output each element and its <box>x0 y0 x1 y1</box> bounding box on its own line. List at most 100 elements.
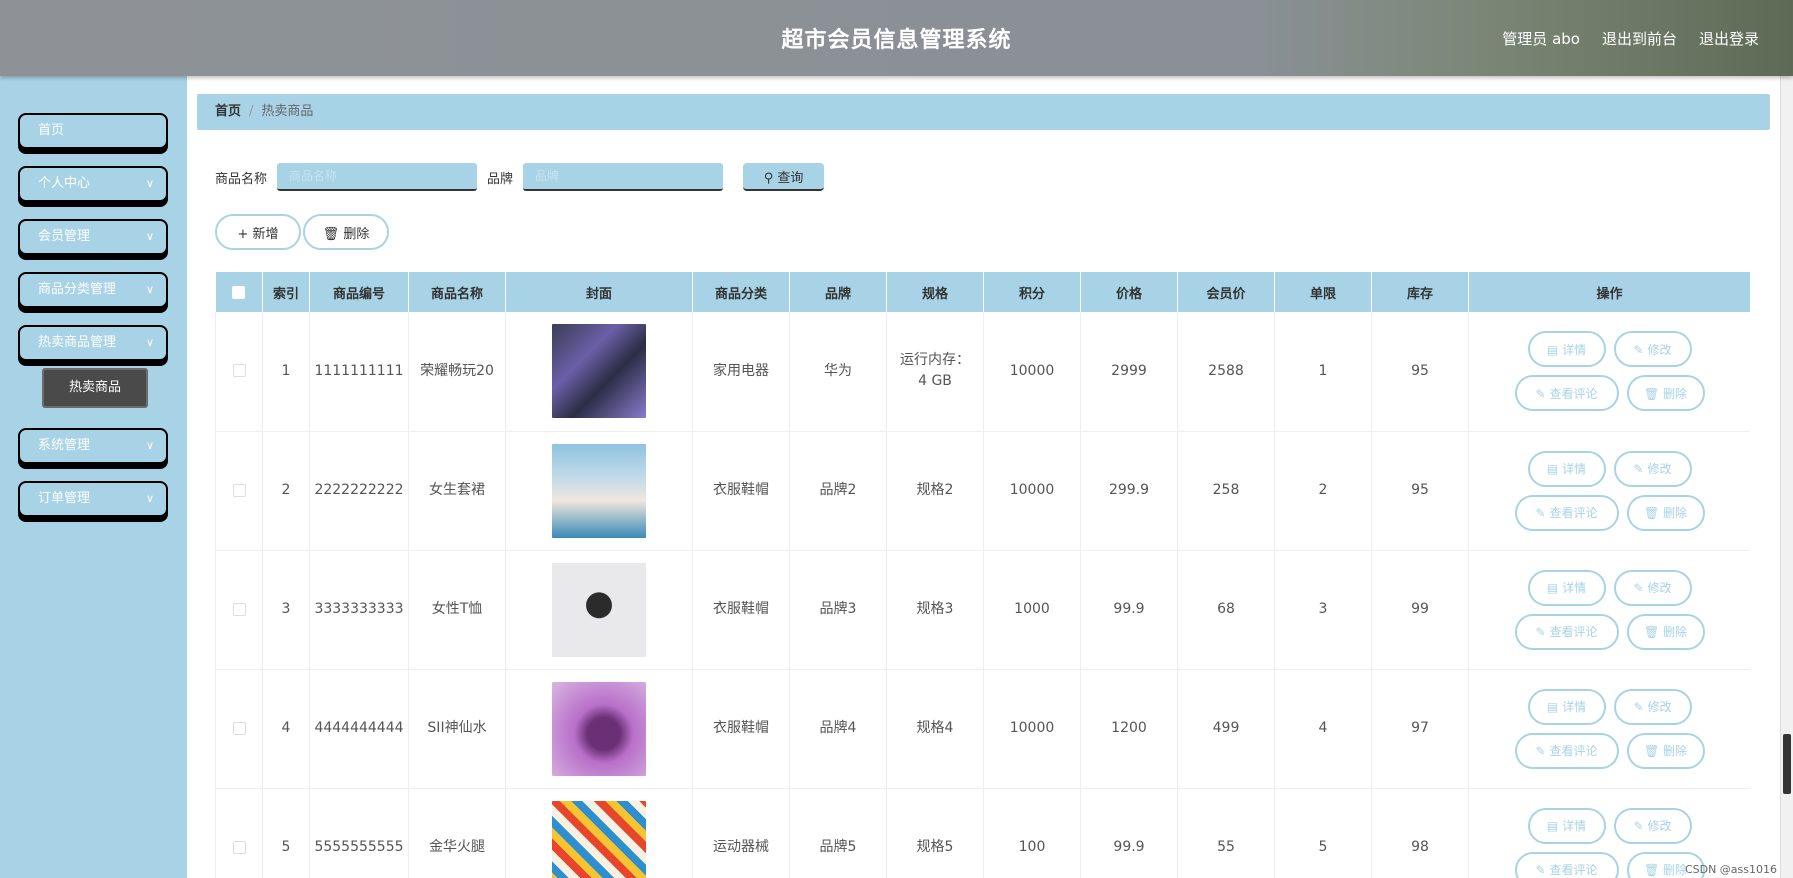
row-price: 1200 <box>1080 669 1178 789</box>
row-name: 金华火腿 <box>408 788 506 878</box>
document-icon: ▤ <box>1546 700 1559 714</box>
row-name: 女性T恤 <box>408 550 506 670</box>
row-index: 5 <box>262 788 310 878</box>
edit-button[interactable]: ✎ 修改 <box>1613 569 1692 606</box>
row-delete-button[interactable]: 🗑 删除 <box>1626 732 1705 769</box>
chevron-down-icon: ∨ <box>145 283 154 296</box>
cover-image <box>552 324 646 419</box>
edit-button[interactable]: ✎ 修改 <box>1613 807 1692 844</box>
row-price: 99.9 <box>1080 788 1178 878</box>
table-row: 1 1111111111 荣耀畅玩20 家用电器 华为 运行内存：4 GB 10000 299… <box>215 312 1750 432</box>
row-price: 299.9 <box>1080 431 1178 551</box>
view-comments-button[interactable]: ✎ 查看评论 <box>1514 494 1619 531</box>
sidebar-item-hot-goods-management[interactable]: 热卖商品管理 ∨ <box>18 325 168 361</box>
detail-button[interactable]: ▤ 详情 <box>1527 331 1606 368</box>
select-all-checkbox[interactable] <box>232 285 246 299</box>
edit-button-label: 修改 <box>1647 700 1672 714</box>
sidebar-item-label: 商品分类管理 <box>38 282 117 297</box>
sidebar-item-personal-center[interactable]: 个人中心 ∨ <box>18 166 168 202</box>
query-button[interactable]: ⚲ 查询 <box>743 163 825 191</box>
search-bar: 商品名称 品牌 ⚲ 查询 <box>215 162 825 192</box>
row-delete-button[interactable]: 🗑 删除 <box>1626 613 1705 650</box>
main-content: 首页 / 热卖商品 商品名称 品牌 ⚲ 查询 + 新增 🗑 删除 索引 商品编号 商… <box>187 76 1780 878</box>
trash-icon: 🗑 <box>1643 625 1660 639</box>
row-spec: 规格5 <box>886 788 984 878</box>
row-name: 荣耀畅玩20 <box>408 312 506 432</box>
add-button[interactable]: + 新增 <box>215 214 301 250</box>
row-points: 10000 <box>983 431 1081 551</box>
document-icon: ▤ <box>1546 819 1559 833</box>
sidebar-item-member-management[interactable]: 会员管理 ∨ <box>18 219 168 255</box>
detail-button[interactable]: ▤ 详情 <box>1527 569 1606 606</box>
trash-icon: 🗑 <box>1643 863 1660 877</box>
row-member-price: 499 <box>1177 669 1275 789</box>
chevron-down-icon: ∨ <box>145 439 154 452</box>
row-delete-button-label: 删除 <box>1663 863 1688 877</box>
query-button-label: 查询 <box>777 170 804 186</box>
table-row: 2 2222222222 女生套裙 衣服鞋帽 品牌2 规格2 10000 299.9 258 2 9… <box>215 431 1750 551</box>
pencil-icon: ✎ <box>1633 819 1644 833</box>
chevron-down-icon: ∨ <box>145 336 154 349</box>
exit-to-front-link[interactable]: 退出到前台 <box>1602 28 1677 49</box>
brand-search-input[interactable] <box>523 163 724 191</box>
row-delete-button[interactable]: 🗑 删除 <box>1626 375 1705 412</box>
sidebar-item-system-management[interactable]: 系统管理 ∨ <box>18 428 168 464</box>
row-category: 衣服鞋帽 <box>692 669 790 789</box>
sidebar-item-order-management[interactable]: 订单管理 ∨ <box>18 481 168 517</box>
chevron-down-icon: ∨ <box>145 492 154 505</box>
row-points: 10000 <box>983 312 1081 432</box>
column-header: 库存 <box>1371 272 1469 312</box>
select-all-cell <box>215 272 263 312</box>
row-select-cell <box>215 312 263 432</box>
row-limit: 1 <box>1274 312 1372 432</box>
row-select-cell <box>215 788 263 878</box>
sidebar-item-label: 热卖商品管理 <box>38 335 117 350</box>
view-comments-button-label: 查看评论 <box>1549 506 1598 520</box>
pencil-icon: ✎ <box>1535 506 1546 520</box>
table-row: 3 3333333333 女性T恤 衣服鞋帽 品牌3 规格3 1000 99.9 68 3 99 ▤ … <box>215 550 1750 670</box>
sidebar-subitem-hot-goods[interactable]: 热卖商品 <box>42 368 148 408</box>
sidebar-item-label: 首页 <box>38 123 65 138</box>
row-checkbox[interactable] <box>232 364 246 378</box>
row-stock: 97 <box>1371 669 1469 789</box>
scrollbar-thumb[interactable] <box>1783 734 1791 794</box>
detail-button[interactable]: ▤ 详情 <box>1527 807 1606 844</box>
table-row: 5 5555555555 金华火腿 运动器械 品牌5 规格5 100 99.9 55 5 98 ▤ 详… <box>215 788 1750 878</box>
row-delete-button[interactable]: 🗑 删除 <box>1626 494 1705 531</box>
row-category: 衣服鞋帽 <box>692 431 790 551</box>
row-code: 5555555555 <box>309 788 409 878</box>
sidebar-item-category-management[interactable]: 商品分类管理 ∨ <box>18 272 168 308</box>
row-checkbox[interactable] <box>232 840 246 854</box>
row-spec: 规格2 <box>886 431 984 551</box>
row-brand: 品牌3 <box>789 550 887 670</box>
edit-button-label: 修改 <box>1647 462 1672 476</box>
bulk-delete-button[interactable]: 🗑 删除 <box>303 214 389 250</box>
view-comments-button-label: 查看评论 <box>1549 625 1598 639</box>
detail-button[interactable]: ▤ 详情 <box>1527 450 1606 487</box>
row-category: 家用电器 <box>692 312 790 432</box>
row-code: 1111111111 <box>309 312 409 432</box>
row-cover <box>505 788 693 878</box>
edit-button[interactable]: ✎ 修改 <box>1613 450 1692 487</box>
row-checkbox[interactable] <box>232 721 246 735</box>
pencil-icon: ✎ <box>1535 625 1546 639</box>
row-checkbox[interactable] <box>232 483 246 497</box>
edit-button[interactable]: ✎ 修改 <box>1613 331 1692 368</box>
row-checkbox[interactable] <box>232 602 246 616</box>
header-user-links: 管理员 abo 退出到前台 退出登录 <box>1502 28 1759 49</box>
row-index: 4 <box>262 669 310 789</box>
view-comments-button[interactable]: ✎ 查看评论 <box>1514 375 1619 412</box>
edit-button[interactable]: ✎ 修改 <box>1613 688 1692 725</box>
detail-button[interactable]: ▤ 详情 <box>1527 688 1606 725</box>
view-comments-button[interactable]: ✎ 查看评论 <box>1514 851 1619 878</box>
logout-link[interactable]: 退出登录 <box>1699 28 1759 49</box>
view-comments-button-label: 查看评论 <box>1549 744 1598 758</box>
view-comments-button[interactable]: ✎ 查看评论 <box>1514 613 1619 650</box>
row-points: 100 <box>983 788 1081 878</box>
view-comments-button[interactable]: ✎ 查看评论 <box>1514 732 1619 769</box>
row-price: 99.9 <box>1080 550 1178 670</box>
row-spec: 规格3 <box>886 550 984 670</box>
sidebar-item-home[interactable]: 首页 <box>18 113 168 149</box>
name-search-input[interactable] <box>277 163 478 191</box>
breadcrumb-home[interactable]: 首页 <box>215 104 241 119</box>
